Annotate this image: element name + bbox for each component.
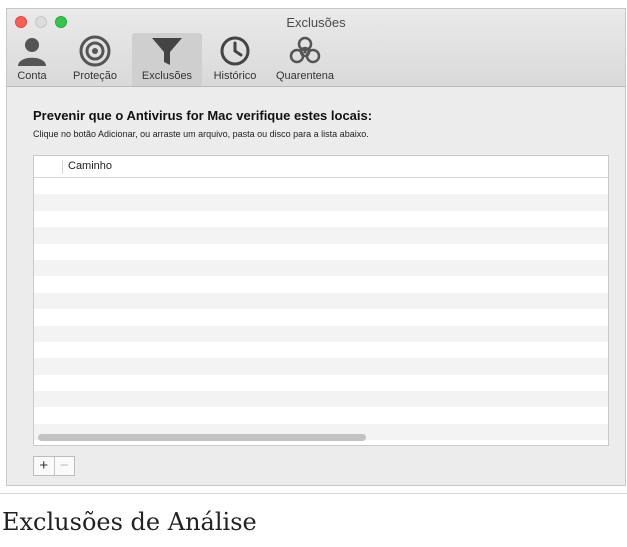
exclusions-table[interactable]: Caminho <box>33 155 609 446</box>
tab-label-protecao: Proteção <box>72 70 118 82</box>
table-row[interactable] <box>34 391 608 408</box>
tab-quarentena[interactable]: Quarentena <box>269 33 341 86</box>
horizontal-scrollbar[interactable] <box>38 434 366 441</box>
tab-label-historico: Histórico <box>213 70 257 82</box>
table-row[interactable] <box>34 194 608 211</box>
tab-conta[interactable]: Conta <box>7 33 57 86</box>
table-row[interactable] <box>34 178 608 194</box>
preferences-window: Exclusões Conta Proteção Exclusões Histó… <box>6 8 626 486</box>
tab-protecao[interactable]: Proteção <box>61 33 129 86</box>
column-separator <box>62 160 63 174</box>
biohazard-icon <box>289 36 321 64</box>
figure-caption: Exclusões de Análise <box>2 508 257 536</box>
column-header-caminho[interactable]: Caminho <box>68 160 112 172</box>
table-row[interactable] <box>34 276 608 292</box>
instructions-text: Clique no botão Adicionar, ou arraste um… <box>33 129 369 139</box>
table-row[interactable] <box>34 342 608 358</box>
table-row[interactable] <box>34 211 608 227</box>
table-row[interactable] <box>34 358 608 375</box>
table-rows <box>34 178 608 441</box>
table-row[interactable] <box>34 407 608 423</box>
divider <box>0 493 627 494</box>
shield-icon <box>79 35 111 67</box>
window-title: Exclusões <box>286 15 346 30</box>
tab-exclusoes[interactable]: Exclusões <box>132 33 202 86</box>
page-heading: Prevenir que o Antivirus for Mac verifiq… <box>33 108 373 123</box>
tab-label-conta: Conta <box>17 70 47 82</box>
funnel-icon <box>152 38 182 65</box>
toolbar: Exclusões Conta Proteção Exclusões Histó… <box>7 9 625 87</box>
table-row[interactable] <box>34 244 608 260</box>
table-row[interactable] <box>34 309 608 325</box>
table-row[interactable] <box>34 375 608 391</box>
exclusions-panel: Prevenir que o Antivirus for Mac verifiq… <box>7 87 625 485</box>
remove-button[interactable]: − <box>55 457 75 475</box>
add-remove-controls: + − <box>33 456 75 476</box>
table-row[interactable] <box>34 292 608 310</box>
clock-icon <box>220 36 250 66</box>
person-icon <box>18 38 46 66</box>
table-row[interactable] <box>34 259 608 277</box>
tab-historico[interactable]: Histórico <box>205 33 265 86</box>
table-header: Caminho <box>34 156 608 178</box>
tab-label-exclusoes: Exclusões <box>141 70 193 82</box>
tab-label-quarentena: Quarentena <box>275 70 335 82</box>
add-button[interactable]: + <box>34 457 55 475</box>
table-row[interactable] <box>34 227 608 244</box>
table-row[interactable] <box>34 325 608 342</box>
